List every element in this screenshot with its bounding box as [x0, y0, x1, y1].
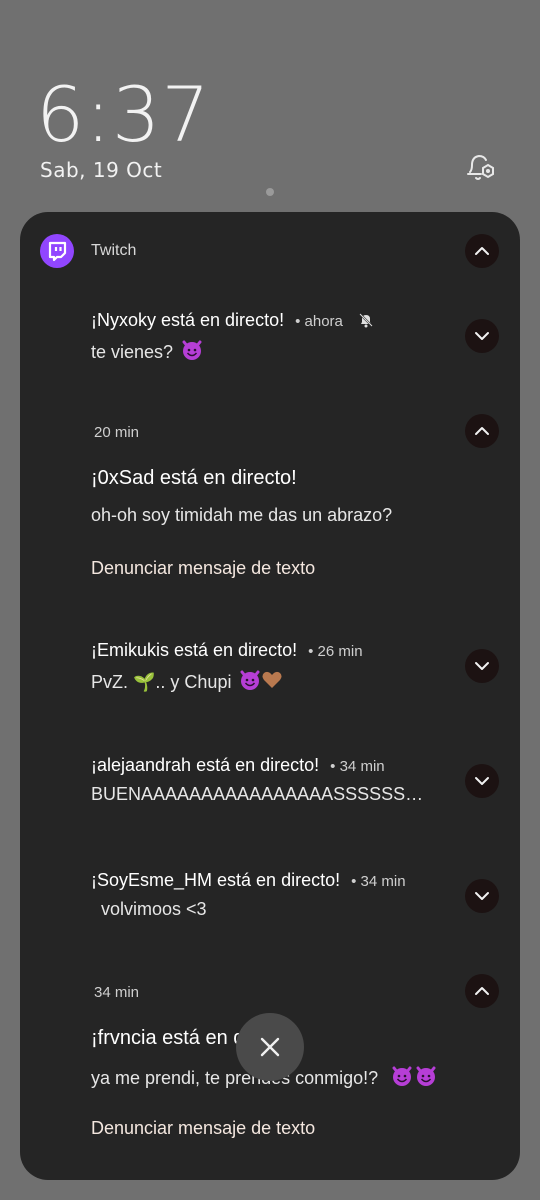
- notification-body-text: te vienes?: [91, 342, 174, 362]
- notification-body: te vienes?: [91, 339, 203, 363]
- collapse-group-button[interactable]: [465, 234, 499, 268]
- page-indicator: [266, 188, 274, 196]
- notification-title: ¡Nyxoky está en directo! • ahora: [91, 310, 374, 331]
- notification-body: volvimoos <3: [91, 899, 207, 919]
- chevron-up-icon: [475, 987, 489, 995]
- chevron-up-icon: [475, 247, 489, 255]
- smiling-devil-emoji-icon: [416, 1066, 436, 1086]
- smiling-devil-emoji-icon: [240, 670, 260, 690]
- clock-time: 6:37: [36, 70, 211, 159]
- notification-body-text: PvZ. 🌱.. y Chupi: [91, 672, 232, 692]
- notification-body: oh-oh soy timidah me das un abrazo?: [91, 505, 393, 525]
- notification-title-text: ¡SoyEsme_HM está en directo!: [91, 870, 341, 890]
- expand-notification-button[interactable]: [465, 764, 499, 798]
- twitch-app-icon: [40, 234, 74, 268]
- brown-heart-emoji-icon: [262, 671, 282, 688]
- expand-notification-button[interactable]: [465, 879, 499, 913]
- chevron-down-icon: [475, 777, 489, 785]
- notification-time: 34 min: [94, 984, 140, 1001]
- lock-screen: 6:37 Sab, 19 Oct Twitch ¡Nyxoky está en …: [0, 0, 540, 1200]
- notification-body-text: ya me prendi, te prendes conmigo!?: [91, 1068, 379, 1088]
- expand-notification-button[interactable]: [465, 649, 499, 683]
- notification-body: BUENAAAAAAAAAAAAAAAASSSSSS…: [91, 784, 424, 804]
- report-text-message-button[interactable]: Denunciar mensaje de texto: [91, 558, 315, 579]
- app-name: Twitch: [91, 242, 137, 259]
- clock-date: Sab, 19 Oct: [40, 158, 163, 182]
- clear-all-button[interactable]: [236, 1013, 304, 1081]
- bell-off-icon: [359, 313, 373, 328]
- chevron-down-icon: [475, 332, 489, 340]
- notification-time: • 34 min: [351, 873, 406, 890]
- notification-title-text: ¡Nyxoky está en directo!: [91, 310, 285, 330]
- notification-title: ¡SoyEsme_HM está en directo! • 34 min: [91, 870, 406, 891]
- notification-time: • 34 min: [330, 758, 385, 775]
- notification-time: • 26 min: [308, 643, 363, 660]
- notification-time: 20 min: [94, 424, 140, 441]
- notification-body: PvZ. 🌱.. y Chupi: [91, 669, 283, 693]
- notification-settings-icon[interactable]: [464, 150, 498, 184]
- chevron-down-icon: [475, 892, 489, 900]
- chevron-down-icon: [475, 662, 489, 670]
- close-icon: [260, 1037, 280, 1057]
- notification-title: ¡alejaandrah está en directo! • 34 min: [91, 755, 385, 776]
- notification-title-text: ¡Emikukis está en directo!: [91, 640, 298, 660]
- collapse-notification-button[interactable]: [465, 974, 499, 1008]
- smiling-devil-emoji-icon: [182, 340, 202, 360]
- notification-time: • ahora: [295, 313, 343, 330]
- expand-notification-button[interactable]: [465, 319, 499, 353]
- chevron-up-icon: [475, 427, 489, 435]
- collapse-notification-button[interactable]: [465, 414, 499, 448]
- notification-title: ¡0xSad está en directo!: [91, 467, 297, 489]
- report-text-message-button[interactable]: Denunciar mensaje de texto: [91, 1118, 315, 1139]
- notification-title-text: ¡alejaandrah está en directo!: [91, 755, 320, 775]
- smiling-devil-emoji-icon: [392, 1066, 412, 1086]
- notification-title: ¡Emikukis está en directo! • 26 min: [91, 640, 363, 661]
